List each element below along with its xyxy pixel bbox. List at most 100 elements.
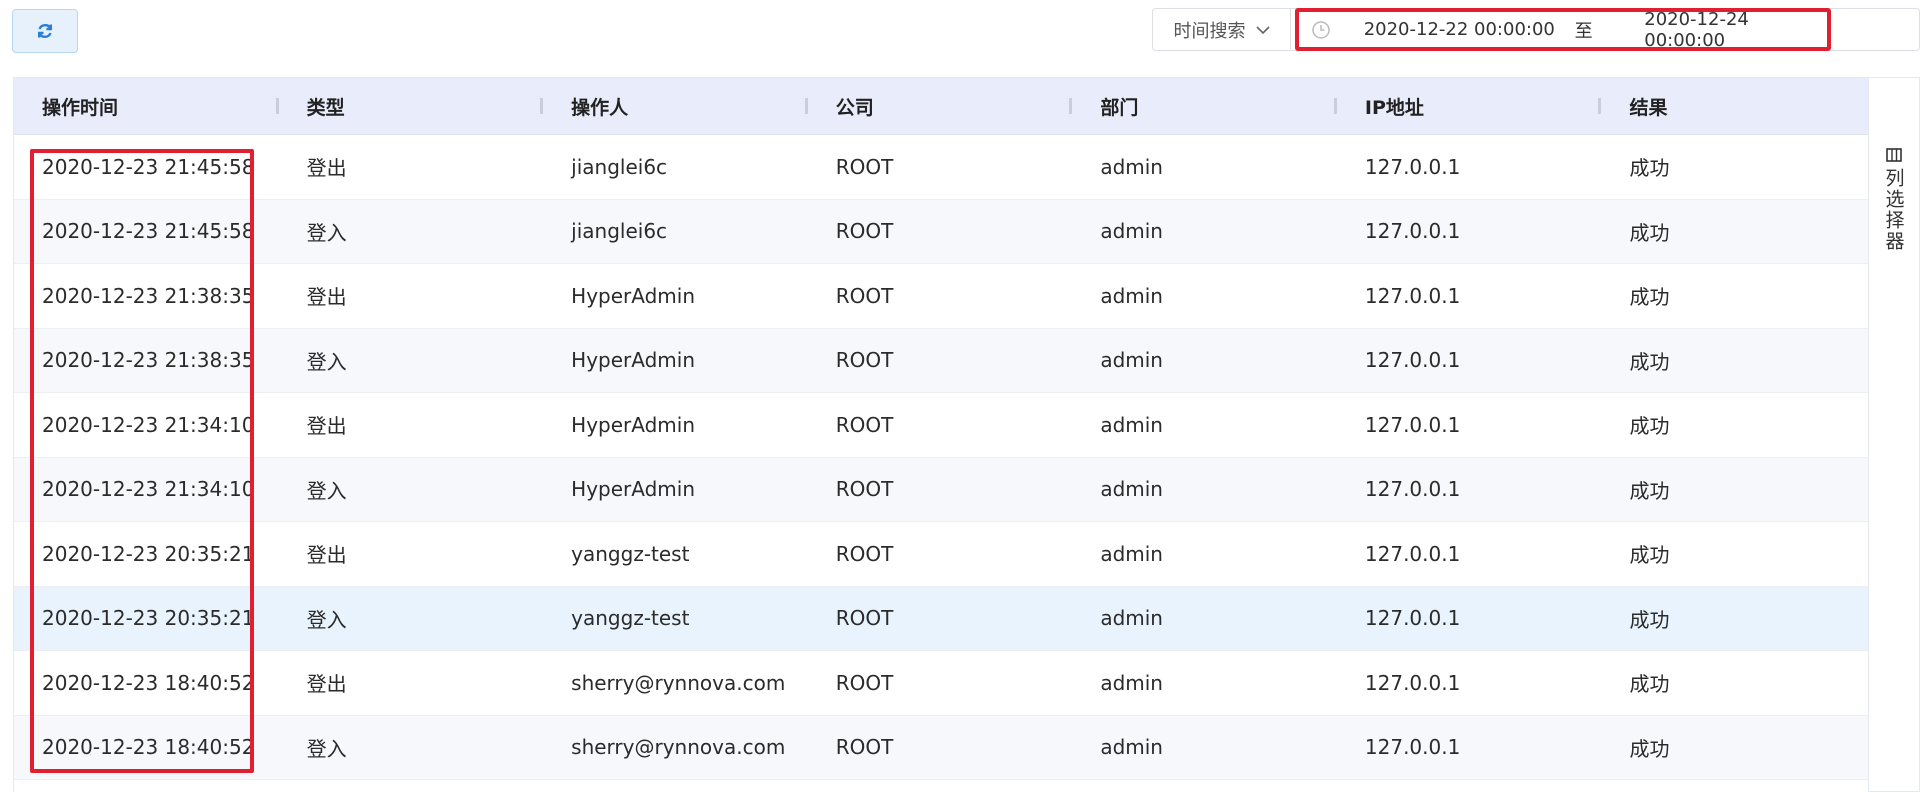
cell-type: 登出 xyxy=(306,285,347,310)
header-department[interactable]: 部门 xyxy=(1072,78,1337,134)
cell-department: admin xyxy=(1100,348,1163,373)
column-chooser-button[interactable]: 列选择器 xyxy=(1868,77,1920,792)
cell-ip-address: 127.0.0.1 xyxy=(1364,670,1461,695)
cell-ip-address: 127.0.0.1 xyxy=(1364,541,1461,566)
date-end-input[interactable]: 2020-12-24 00:00:00 xyxy=(1644,9,1827,51)
cell-result: 成功 xyxy=(1629,543,1670,568)
table-row[interactable]: 2020-12-23 21:45:58 登出 jianglei6c ROOT admin… xyxy=(14,135,1868,200)
cell-operation-time: 2020-12-23 21:45:58 xyxy=(42,154,255,179)
cell-type: 登出 xyxy=(306,672,347,697)
cell-operation-time: 2020-12-23 18:40:52 xyxy=(42,670,255,695)
cell-department: admin xyxy=(1100,412,1163,437)
cell-company: ROOT xyxy=(835,412,894,437)
cell-company: ROOT xyxy=(835,541,894,566)
cell-operation-time: 2020-12-23 18:40:52 xyxy=(42,735,255,760)
header-ip-address[interactable]: IP地址 xyxy=(1337,78,1602,134)
header-label: IP地址 xyxy=(1364,96,1424,119)
table-row[interactable]: 2020-12-23 18:40:52 登入 sherry@rynnova.com R… xyxy=(14,715,1868,780)
header-operation-time[interactable]: 操作时间 xyxy=(14,78,279,134)
cell-operation-time: 2020-12-23 21:45:58 xyxy=(42,219,255,244)
search-mode-label: 时间搜索 xyxy=(1173,20,1246,42)
cell-result: 成功 xyxy=(1629,414,1670,439)
cell-type: 登入 xyxy=(306,607,347,632)
cell-company: ROOT xyxy=(835,606,894,631)
header-company[interactable]: 公司 xyxy=(808,78,1073,134)
header-type[interactable]: 类型 xyxy=(279,78,544,134)
cell-type: 登入 xyxy=(306,736,347,761)
cell-company: ROOT xyxy=(835,670,894,695)
table-row[interactable]: 2020-12-23 21:34:10 登入 HyperAdmin ROOT admin… xyxy=(14,457,1868,522)
cell-operator: jianglei6c xyxy=(571,219,668,244)
cell-department: admin xyxy=(1100,219,1163,244)
header-operator[interactable]: 操作人 xyxy=(543,78,808,134)
table-row[interactable]: 2020-12-23 21:38:35 登出 HyperAdmin ROOT admin… xyxy=(14,264,1868,329)
cell-ip-address: 127.0.0.1 xyxy=(1364,283,1461,308)
header-label: 操作人 xyxy=(571,96,629,119)
table-header: 操作时间 类型 操作人 公司 部门 IP地址 结果 xyxy=(14,78,1868,135)
search-mode-select[interactable]: 时间搜索 xyxy=(1153,9,1291,50)
header-label: 公司 xyxy=(835,96,874,119)
table-row[interactable]: 2020-12-23 21:45:58 登入 jianglei6c ROOT admin… xyxy=(14,199,1868,264)
cell-operation-time: 2020-12-23 21:34:10 xyxy=(42,477,255,502)
date-range-picker[interactable]: 2020-12-22 00:00:00 至 2020-12-24 00:00:0… xyxy=(1295,8,1831,51)
cell-department: admin xyxy=(1100,154,1163,179)
cell-type: 登出 xyxy=(306,543,347,568)
header-label: 部门 xyxy=(1100,96,1139,119)
cell-result: 成功 xyxy=(1629,478,1670,503)
cell-department: admin xyxy=(1100,541,1163,566)
cell-operator: sherry@rynnova.com xyxy=(571,670,786,695)
header-result[interactable]: 结果 xyxy=(1601,78,1868,134)
cell-department: admin xyxy=(1100,283,1163,308)
cell-company: ROOT xyxy=(835,219,894,244)
columns-icon xyxy=(1886,148,1902,162)
cell-ip-address: 127.0.0.1 xyxy=(1364,219,1461,244)
clock-icon xyxy=(1311,20,1340,40)
header-label: 类型 xyxy=(306,96,345,119)
refresh-button[interactable] xyxy=(12,9,78,53)
cell-company: ROOT xyxy=(835,735,894,760)
cell-ip-address: 127.0.0.1 xyxy=(1364,735,1461,760)
cell-company: ROOT xyxy=(835,348,894,373)
chevron-down-icon xyxy=(1255,25,1270,34)
table-row[interactable]: 2020-12-23 20:35:21 登出 yanggz-test ROOT admi… xyxy=(14,522,1868,587)
date-range-separator: 至 xyxy=(1574,20,1593,42)
cell-operator: HyperAdmin xyxy=(571,283,695,308)
cell-company: ROOT xyxy=(835,477,894,502)
column-chooser-label: 列选择器 xyxy=(1882,168,1905,252)
refresh-icon xyxy=(38,23,52,39)
cell-operator: jianglei6c xyxy=(571,154,668,179)
date-start-input[interactable]: 2020-12-22 00:00:00 xyxy=(1364,19,1555,40)
cell-company: ROOT xyxy=(835,283,894,308)
cell-operation-time: 2020-12-23 21:34:10 xyxy=(42,412,255,437)
cell-operator: HyperAdmin xyxy=(571,477,695,502)
table-row[interactable]: 2020-12-23 18:40:52 登出 sherry@rynnova.com R… xyxy=(14,651,1868,716)
cell-type: 登出 xyxy=(306,414,347,439)
cell-type: 登入 xyxy=(306,349,347,374)
cell-type: 登入 xyxy=(306,220,347,245)
cell-department: admin xyxy=(1100,606,1163,631)
cell-type: 登出 xyxy=(306,156,347,181)
table-row[interactable]: 2020-12-23 21:34:10 登出 HyperAdmin ROOT admin… xyxy=(14,393,1868,458)
cell-result: 成功 xyxy=(1629,672,1670,697)
table-row[interactable]: 2020-12-23 21:38:35 登入 HyperAdmin ROOT admin… xyxy=(14,328,1868,393)
cell-result: 成功 xyxy=(1629,349,1670,374)
log-table: 操作时间 类型 操作人 公司 部门 IP地址 结果 2020-12-23 21:… xyxy=(13,77,1868,792)
cell-ip-address: 127.0.0.1 xyxy=(1364,606,1461,631)
cell-department: admin xyxy=(1100,670,1163,695)
cell-operation-time: 2020-12-23 20:35:21 xyxy=(42,606,255,631)
header-label: 结果 xyxy=(1629,96,1668,119)
cell-ip-address: 127.0.0.1 xyxy=(1364,348,1461,373)
table-row[interactable]: 2020-12-23 20:35:21 登入 yanggz-test ROOT admi… xyxy=(14,586,1868,651)
cell-operator: HyperAdmin xyxy=(571,348,695,373)
cell-operation-time: 2020-12-23 20:35:21 xyxy=(42,541,255,566)
cell-department: admin xyxy=(1100,735,1163,760)
cell-result: 成功 xyxy=(1629,285,1670,310)
cell-type: 登入 xyxy=(306,478,347,503)
cell-department: admin xyxy=(1100,477,1163,502)
cell-result: 成功 xyxy=(1629,156,1670,181)
cell-result: 成功 xyxy=(1629,607,1670,632)
cell-operator: sherry@rynnova.com xyxy=(571,735,786,760)
header-label: 操作时间 xyxy=(42,96,119,119)
cell-result: 成功 xyxy=(1629,736,1670,761)
cell-operator: yanggz-test xyxy=(571,541,690,566)
